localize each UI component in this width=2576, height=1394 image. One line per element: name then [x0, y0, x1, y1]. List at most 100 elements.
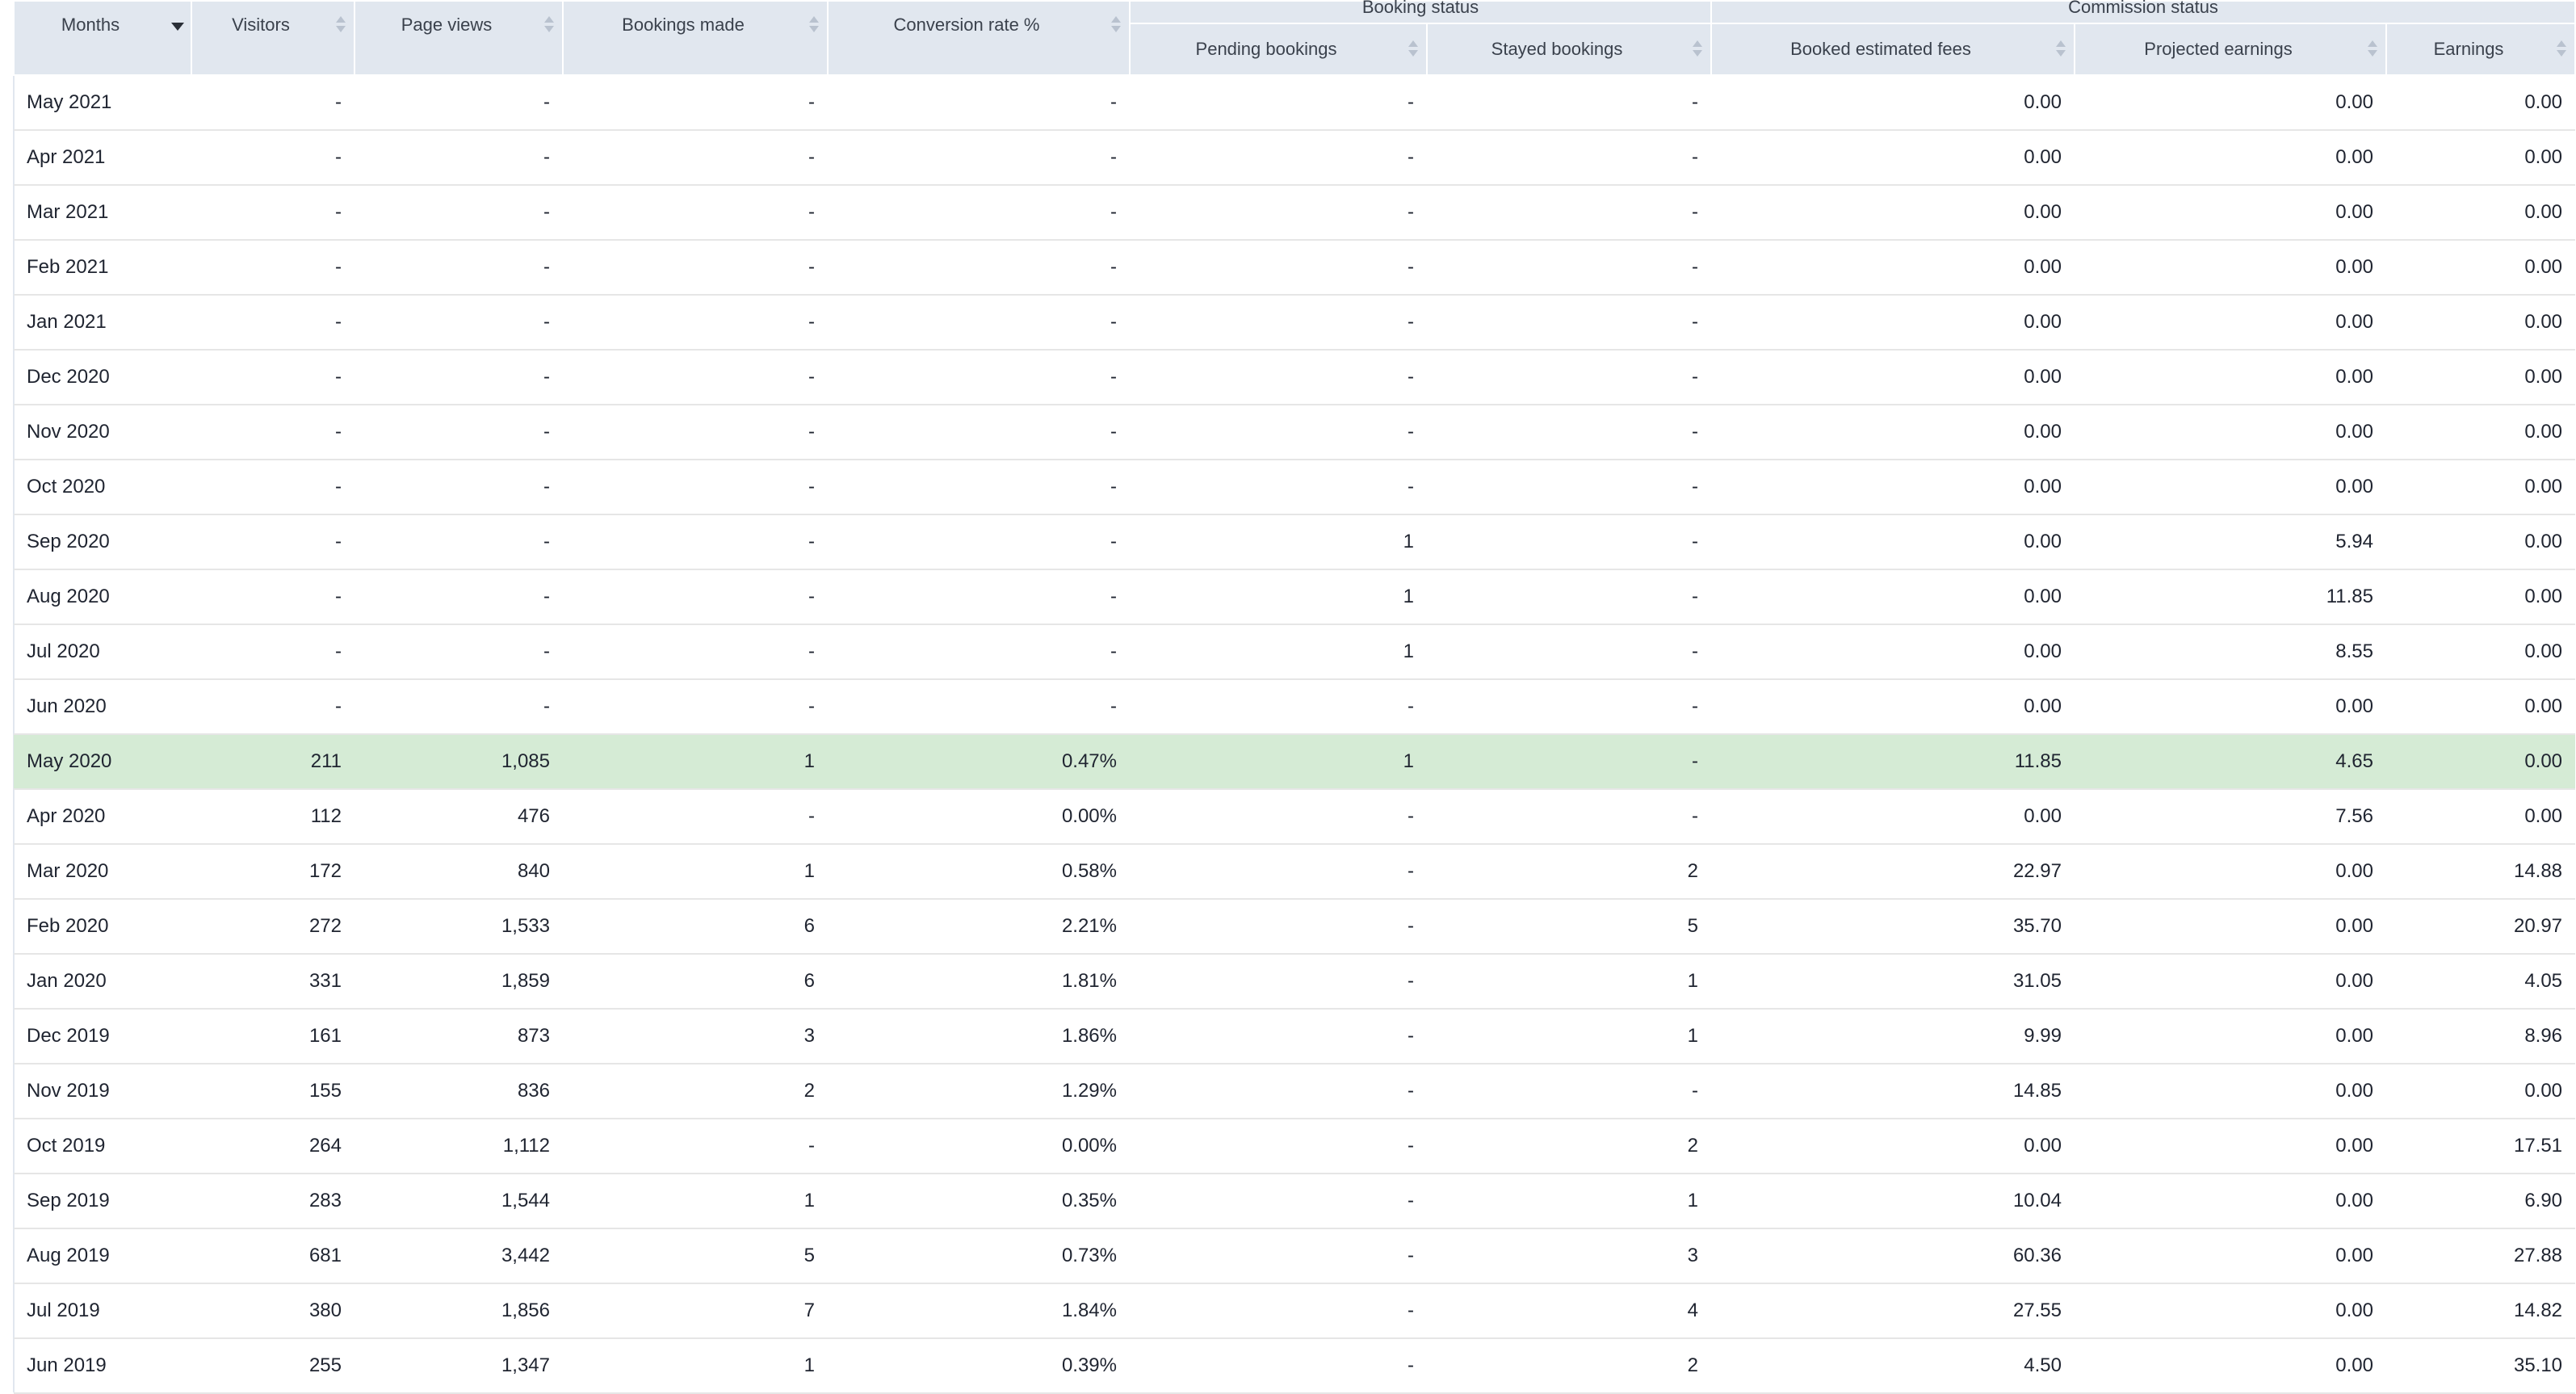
sort-icon[interactable] [544, 16, 554, 34]
month-cell: May 2021 [14, 75, 191, 131]
month-cell: Sep 2020 [14, 514, 191, 570]
bookings-made-cell: 2 [563, 1063, 828, 1119]
earnings-cell: 0.00 [2386, 349, 2576, 405]
sort-icon[interactable] [2368, 40, 2377, 58]
stayed-bookings-cell: - [1427, 239, 1711, 296]
conversion-rate-cell: 0.00% [828, 788, 1130, 845]
bookings-made-cell: - [563, 459, 828, 515]
booked-estimated-fees-cell: 0.00 [1711, 678, 2075, 735]
sort-icon[interactable] [809, 16, 819, 34]
pending-bookings-cell: - [1130, 843, 1427, 900]
projected-earnings-cell: 0.00 [2075, 953, 2386, 1010]
col-header-conversion-rate[interactable]: Conversion rate % [827, 0, 1131, 76]
earnings-cell: 0.00 [2386, 75, 2576, 131]
pending-bookings-cell: - [1130, 75, 1427, 131]
visitors-cell: 331 [191, 953, 355, 1010]
visitors-cell: - [191, 459, 355, 515]
stayed-bookings-cell: - [1427, 129, 1711, 186]
pending-bookings-cell: - [1130, 1337, 1427, 1394]
col-header-page-views[interactable]: Page views [354, 0, 564, 76]
booked-estimated-fees-cell: 0.00 [1711, 624, 2075, 680]
month-cell: Jan 2021 [14, 294, 191, 351]
pending-bookings-cell: - [1130, 953, 1427, 1010]
page-views-cell: 840 [355, 843, 563, 900]
visitors-cell: - [191, 514, 355, 570]
booked-estimated-fees-cell: 0.00 [1711, 184, 2075, 241]
sort-icon[interactable] [1693, 40, 1702, 58]
booked-estimated-fees-cell: 9.99 [1711, 1008, 2075, 1064]
pending-bookings-cell: - [1130, 1228, 1427, 1284]
month-cell: Oct 2020 [14, 459, 191, 515]
page-views-cell: 1,544 [355, 1173, 563, 1229]
booked-estimated-fees-cell: 0.00 [1711, 294, 2075, 351]
sort-icon[interactable] [336, 16, 346, 34]
bookings-made-cell: 5 [563, 1228, 828, 1284]
table-row: Jan 2020 331 1,859 6 1.81% -1 31.05 0.00 4.05 [14, 953, 2576, 1010]
bookings-made-cell: - [563, 404, 828, 460]
page-views-cell: 1,859 [355, 953, 563, 1010]
earnings-cell: 20.97 [2386, 898, 2576, 955]
col-header-bookings-made[interactable]: Bookings made [562, 0, 829, 76]
col-header-months[interactable]: Months [13, 0, 192, 76]
projected-earnings-cell: 0.00 [2075, 843, 2386, 900]
month-cell: Aug 2020 [14, 569, 191, 625]
bookings-made-cell: - [563, 294, 828, 351]
sort-descending-icon[interactable] [171, 16, 184, 34]
projected-earnings-cell: 11.85 [2075, 569, 2386, 625]
conversion-rate-cell: - [828, 349, 1130, 405]
col-header-stayed-bookings[interactable]: Stayed bookings [1426, 23, 1712, 76]
month-cell: Dec 2019 [14, 1008, 191, 1064]
stats-table-wrapper: Months Visitors Page views Bookings made… [13, 0, 2576, 1394]
earnings-cell: 0.00 [2386, 1063, 2576, 1119]
col-header-booked-estimated-fees[interactable]: Booked estimated fees [1710, 23, 2075, 76]
booked-estimated-fees-cell: 35.70 [1711, 898, 2075, 955]
page-views-cell: 1,533 [355, 898, 563, 955]
sort-icon[interactable] [2056, 40, 2066, 58]
month-cell: May 2020 [14, 733, 191, 790]
sort-icon[interactable] [2557, 40, 2567, 58]
page-views-cell: 1,112 [355, 1118, 563, 1174]
booked-estimated-fees-cell: 22.97 [1711, 843, 2075, 900]
col-header-projected-earnings[interactable]: Projected earnings [2074, 23, 2387, 76]
page-views-cell: - [355, 569, 563, 625]
table-row: Mar 2021- - - - - -0.00 0.00 0.00 [14, 184, 2576, 241]
earnings-cell: 14.82 [2386, 1283, 2576, 1339]
conversion-rate-cell: 2.21% [828, 898, 1130, 955]
col-header-visitors[interactable]: Visitors [191, 0, 355, 76]
conversion-rate-cell: 1.81% [828, 953, 1130, 1010]
group-header-commission-status: Commission status [1710, 0, 2576, 24]
sort-icon[interactable] [1408, 40, 1418, 58]
sort-icon[interactable] [1111, 16, 1121, 34]
projected-earnings-cell: 0.00 [2075, 1228, 2386, 1284]
projected-earnings-cell: 0.00 [2075, 1063, 2386, 1119]
booked-estimated-fees-cell: 0.00 [1711, 75, 2075, 131]
projected-earnings-cell: 8.55 [2075, 624, 2386, 680]
bookings-made-cell: 1 [563, 1173, 828, 1229]
pending-bookings-cell: - [1130, 1118, 1427, 1174]
earnings-cell: 8.96 [2386, 1008, 2576, 1064]
table-row: Sep 2020- - - -1-0.00 5.94 0.00 [14, 514, 2576, 570]
conversion-rate-cell: - [828, 75, 1130, 131]
bookings-made-cell: - [563, 514, 828, 570]
pending-bookings-cell: - [1130, 898, 1427, 955]
pending-bookings-cell: - [1130, 459, 1427, 515]
conversion-rate-cell: 0.39% [828, 1337, 1130, 1394]
projected-earnings-cell: 0.00 [2075, 459, 2386, 515]
monthly-stats-table: Months Visitors Page views Bookings made… [13, 0, 2576, 1394]
page-views-cell: - [355, 129, 563, 186]
conversion-rate-cell: - [828, 678, 1130, 735]
col-header-pending-bookings[interactable]: Pending bookings [1129, 23, 1428, 76]
page-views-cell: - [355, 459, 563, 515]
projected-earnings-cell: 0.00 [2075, 404, 2386, 460]
page-views-cell: 3,442 [355, 1228, 563, 1284]
col-header-earnings[interactable]: Earnings [2385, 23, 2576, 76]
table-row: Jun 2020- - - - - -0.00 0.00 0.00 [14, 678, 2576, 735]
booked-estimated-fees-cell: 10.04 [1711, 1173, 2075, 1229]
month-cell: Jun 2019 [14, 1337, 191, 1394]
page-views-cell: 476 [355, 788, 563, 845]
stayed-bookings-cell: - [1427, 788, 1711, 845]
stayed-bookings-cell: 1 [1427, 1173, 1711, 1229]
projected-earnings-cell: 0.00 [2075, 678, 2386, 735]
visitors-cell: - [191, 349, 355, 405]
bookings-made-cell: - [563, 129, 828, 186]
